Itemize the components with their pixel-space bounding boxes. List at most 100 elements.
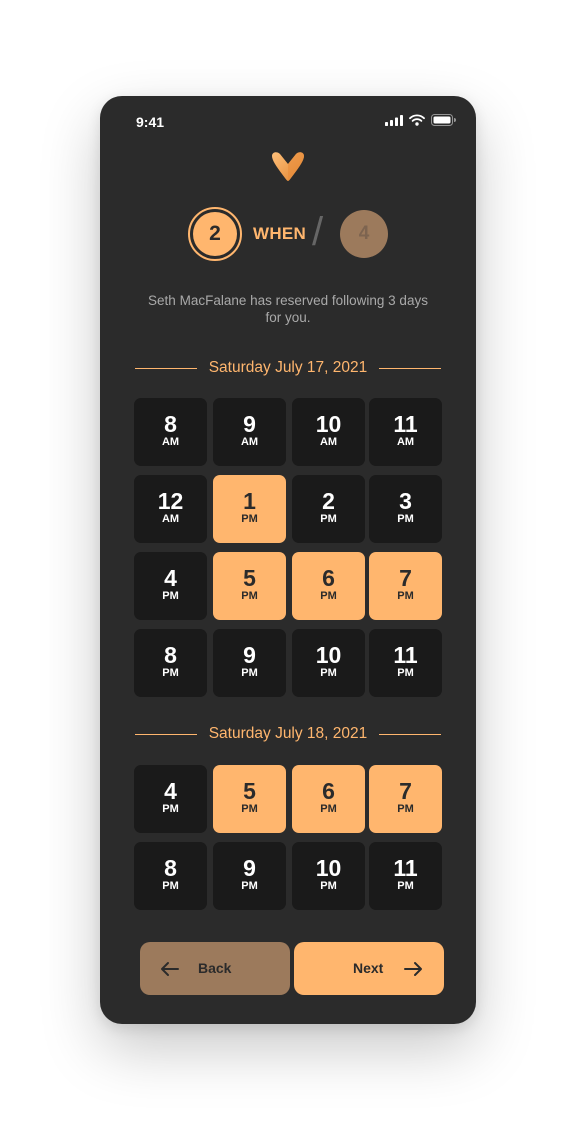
slot-period: PM — [241, 803, 258, 815]
slot-period: PM — [397, 803, 414, 815]
slot-period: PM — [162, 880, 179, 892]
slot-hour: 8 — [164, 642, 177, 668]
slot-hour: 8 — [164, 855, 177, 881]
slot-period: AM — [396, 436, 415, 448]
time-slot[interactable]: 1 PM — [213, 475, 286, 543]
phone-screen: 9:41 2 WHEN / 4 Seth MacFalane has reser… — [100, 96, 476, 1024]
slot-hour: 7 — [399, 565, 412, 591]
arrow-left-icon — [161, 962, 179, 976]
slot-period: PM — [320, 513, 337, 525]
slot-hour: 12 — [157, 488, 184, 514]
time-slot[interactable]: 6 PM — [292, 765, 365, 833]
slot-hour: 4 — [164, 565, 177, 591]
time-slot[interactable]: 7 PM — [369, 552, 442, 620]
slot-hour: 10 — [315, 642, 342, 668]
time-slot[interactable]: 9 AM — [213, 398, 286, 466]
time-slot[interactable]: 11 PM — [369, 842, 442, 910]
slot-hour: 10 — [315, 855, 342, 881]
time-slot[interactable]: 7 PM — [369, 765, 442, 833]
total-steps-badge: 4 — [340, 210, 388, 258]
date-label: Saturday July 18, 2021 — [208, 725, 368, 742]
time-slot[interactable]: 11 AM — [369, 398, 442, 466]
status-time: 9:41 — [136, 114, 165, 130]
current-step-badge: 2 — [188, 207, 242, 261]
time-slot[interactable]: 8 AM — [134, 398, 207, 466]
slot-period: PM — [397, 513, 414, 525]
slot-hour: 3 — [399, 488, 412, 514]
current-step-number: 2 — [193, 212, 237, 256]
slot-period: AM — [161, 513, 180, 525]
status-bar: 9:41 — [100, 96, 476, 146]
date-label: Saturday July 17, 2021 — [208, 359, 368, 376]
divider — [379, 368, 441, 369]
time-slot[interactable]: 10 PM — [292, 629, 365, 697]
slot-period: PM — [162, 590, 179, 602]
step-indicator: 2 WHEN / 4 — [188, 206, 388, 262]
back-button-label: Back — [198, 960, 232, 976]
slot-period: AM — [161, 436, 180, 448]
time-slot[interactable]: 4 PM — [134, 765, 207, 833]
slot-hour: 9 — [243, 855, 256, 881]
time-slot[interactable]: 6 PM — [292, 552, 365, 620]
date-header: Saturday July 17, 2021 — [135, 358, 441, 378]
step-separator: / — [312, 210, 324, 254]
time-slot[interactable]: 8 PM — [134, 629, 207, 697]
slot-hour: 11 — [393, 411, 418, 437]
time-slot[interactable]: 12 AM — [134, 475, 207, 543]
brand-v-logo-icon — [272, 152, 304, 181]
slot-period: PM — [397, 667, 414, 679]
divider — [135, 368, 197, 369]
slot-period: PM — [241, 590, 258, 602]
slot-hour: 9 — [243, 642, 256, 668]
time-slot[interactable]: 5 PM — [213, 552, 286, 620]
slot-hour: 11 — [393, 642, 418, 668]
slot-hour: 8 — [164, 411, 177, 437]
battery-icon — [431, 114, 456, 126]
slot-period: AM — [240, 436, 259, 448]
slot-period: PM — [241, 513, 258, 525]
back-button[interactable]: Back — [140, 942, 290, 995]
time-slot[interactable]: 9 PM — [213, 842, 286, 910]
next-button[interactable]: Next — [294, 942, 444, 995]
slot-period: PM — [320, 880, 337, 892]
slot-period: PM — [162, 803, 179, 815]
wifi-icon — [409, 114, 425, 126]
slot-period: AM — [319, 436, 338, 448]
slot-period: PM — [320, 590, 337, 602]
slot-period: PM — [397, 590, 414, 602]
reservation-message: Seth MacFalane has reserved following 3 … — [148, 293, 428, 325]
time-slot[interactable]: 9 PM — [213, 629, 286, 697]
slot-hour: 10 — [315, 411, 342, 437]
slot-hour: 7 — [399, 778, 412, 804]
slot-hour: 1 — [243, 488, 256, 514]
status-icons — [385, 114, 456, 126]
slot-period: PM — [241, 880, 258, 892]
slot-hour: 6 — [322, 565, 335, 591]
slot-period: PM — [320, 667, 337, 679]
time-slot[interactable]: 2 PM — [292, 475, 365, 543]
date-header: Saturday July 18, 2021 — [135, 724, 441, 744]
slot-hour: 4 — [164, 778, 177, 804]
slot-hour: 5 — [243, 778, 256, 804]
time-slot[interactable]: 5 PM — [213, 765, 286, 833]
next-button-label: Next — [353, 960, 384, 976]
slot-hour: 5 — [243, 565, 256, 591]
time-slot[interactable]: 8 PM — [134, 842, 207, 910]
cellular-signal-icon — [385, 114, 403, 126]
slot-period: PM — [241, 667, 258, 679]
divider — [135, 734, 197, 735]
time-slot[interactable]: 4 PM — [134, 552, 207, 620]
step-title: WHEN — [253, 224, 307, 243]
slot-period: PM — [320, 803, 337, 815]
slot-period: PM — [162, 667, 179, 679]
time-slot[interactable]: 10 PM — [292, 842, 365, 910]
slot-hour: 9 — [243, 411, 256, 437]
time-slot[interactable]: 3 PM — [369, 475, 442, 543]
time-slot[interactable]: 10 AM — [292, 398, 365, 466]
slot-hour: 2 — [322, 488, 335, 514]
slot-hour: 6 — [322, 778, 335, 804]
arrow-right-icon — [404, 962, 422, 976]
time-slot[interactable]: 11 PM — [369, 629, 442, 697]
divider — [379, 734, 441, 735]
slot-hour: 11 — [393, 855, 418, 881]
